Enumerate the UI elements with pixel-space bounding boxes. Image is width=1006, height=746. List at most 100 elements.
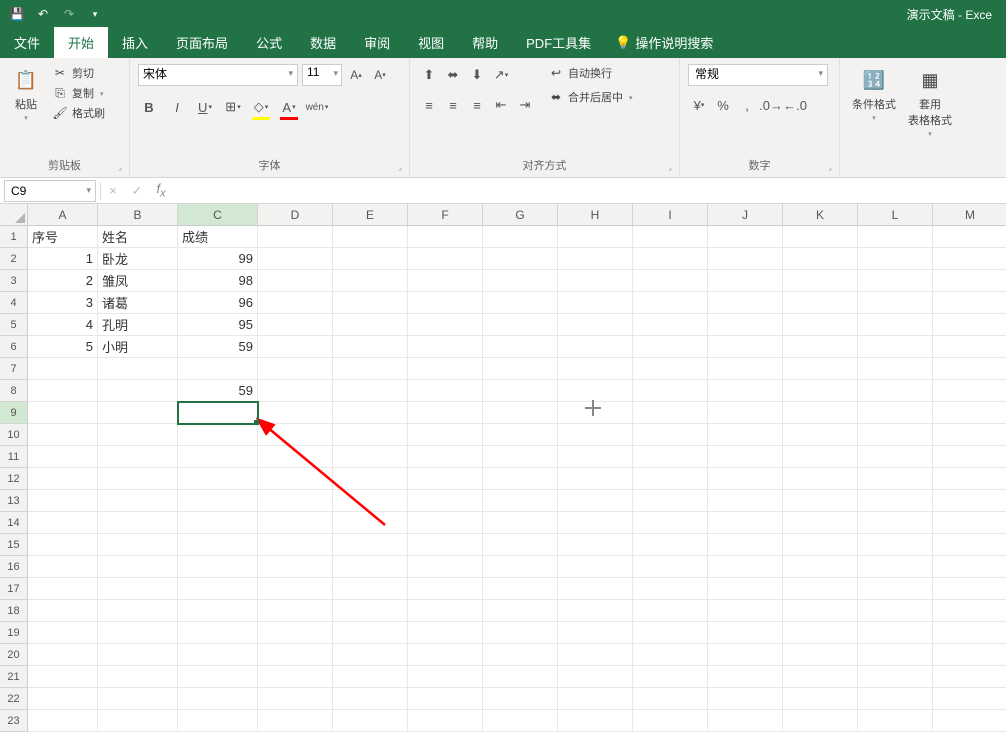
cell-A20[interactable] [28, 644, 98, 666]
cell-J5[interactable] [708, 314, 783, 336]
cell-A22[interactable] [28, 688, 98, 710]
cut-button[interactable]: ✂ 剪切 [48, 64, 109, 82]
cell-G7[interactable] [483, 358, 558, 380]
cell-B16[interactable] [98, 556, 178, 578]
cell-C6[interactable]: 59 [178, 336, 258, 358]
column-header-J[interactable]: J [708, 204, 783, 226]
cell-K14[interactable] [783, 512, 858, 534]
cell-K12[interactable] [783, 468, 858, 490]
wrap-text-button[interactable]: ↩ 自动换行 [544, 64, 637, 82]
row-header-16[interactable]: 16 [0, 556, 28, 578]
cell-F4[interactable] [408, 292, 483, 314]
cell-H18[interactable] [558, 600, 633, 622]
cell-G12[interactable] [483, 468, 558, 490]
decrease-decimal-icon[interactable]: ←.0 [784, 94, 806, 116]
cell-G21[interactable] [483, 666, 558, 688]
cell-B18[interactable] [98, 600, 178, 622]
cell-D10[interactable] [258, 424, 333, 446]
row-header-14[interactable]: 14 [0, 512, 28, 534]
cell-F8[interactable] [408, 380, 483, 402]
cell-G4[interactable] [483, 292, 558, 314]
column-header-G[interactable]: G [483, 204, 558, 226]
cell-K23[interactable] [783, 710, 858, 732]
cell-B13[interactable] [98, 490, 178, 512]
cell-K10[interactable] [783, 424, 858, 446]
font-color-button[interactable]: A▾ [278, 96, 300, 118]
cell-L12[interactable] [858, 468, 933, 490]
cell-M14[interactable] [933, 512, 1006, 534]
cell-F9[interactable] [408, 402, 483, 424]
cell-M1[interactable] [933, 226, 1006, 248]
cell-M7[interactable] [933, 358, 1006, 380]
cell-D11[interactable] [258, 446, 333, 468]
format-as-table-button[interactable]: ▦ 套用 表格格式 ▾ [904, 64, 956, 140]
tell-me[interactable]: 💡 操作说明搜索 [605, 27, 723, 58]
underline-button[interactable]: U▾ [194, 96, 216, 118]
cell-D12[interactable] [258, 468, 333, 490]
tab-review[interactable]: 审阅 [350, 27, 404, 58]
cell-K16[interactable] [783, 556, 858, 578]
cell-A2[interactable]: 1 [28, 248, 98, 270]
cell-J15[interactable] [708, 534, 783, 556]
row-header-2[interactable]: 2 [0, 248, 28, 270]
row-header-22[interactable]: 22 [0, 688, 28, 710]
row-header-23[interactable]: 23 [0, 710, 28, 732]
cell-H20[interactable] [558, 644, 633, 666]
orientation-icon[interactable]: ↗▾ [490, 64, 512, 86]
row-header-5[interactable]: 5 [0, 314, 28, 336]
cell-F20[interactable] [408, 644, 483, 666]
cell-E19[interactable] [333, 622, 408, 644]
cell-G22[interactable] [483, 688, 558, 710]
cell-C17[interactable] [178, 578, 258, 600]
cell-A12[interactable] [28, 468, 98, 490]
cell-B9[interactable] [98, 402, 178, 424]
cell-H1[interactable] [558, 226, 633, 248]
cell-G8[interactable] [483, 380, 558, 402]
row-header-9[interactable]: 9 [0, 402, 28, 424]
cell-A14[interactable] [28, 512, 98, 534]
decrease-font-icon[interactable]: A▾ [370, 64, 390, 86]
cell-A16[interactable] [28, 556, 98, 578]
cell-C9[interactable] [178, 402, 258, 424]
cell-A21[interactable] [28, 666, 98, 688]
cell-F18[interactable] [408, 600, 483, 622]
cell-B17[interactable] [98, 578, 178, 600]
cell-H11[interactable] [558, 446, 633, 468]
phonetic-button[interactable]: wén▾ [306, 96, 328, 118]
cell-E12[interactable] [333, 468, 408, 490]
percent-icon[interactable]: % [712, 94, 734, 116]
cell-M12[interactable] [933, 468, 1006, 490]
cell-M13[interactable] [933, 490, 1006, 512]
cell-M20[interactable] [933, 644, 1006, 666]
cell-J14[interactable] [708, 512, 783, 534]
cell-F2[interactable] [408, 248, 483, 270]
row-header-15[interactable]: 15 [0, 534, 28, 556]
cell-J1[interactable] [708, 226, 783, 248]
cell-L8[interactable] [858, 380, 933, 402]
cell-B11[interactable] [98, 446, 178, 468]
align-left-icon[interactable]: ≡ [418, 94, 440, 116]
cell-E22[interactable] [333, 688, 408, 710]
cell-A19[interactable] [28, 622, 98, 644]
cell-M19[interactable] [933, 622, 1006, 644]
cell-B10[interactable] [98, 424, 178, 446]
cell-E20[interactable] [333, 644, 408, 666]
row-header-7[interactable]: 7 [0, 358, 28, 380]
tab-data[interactable]: 数据 [296, 27, 350, 58]
font-name-select[interactable]: 宋体 [138, 64, 298, 86]
column-header-F[interactable]: F [408, 204, 483, 226]
cell-C11[interactable] [178, 446, 258, 468]
cell-D20[interactable] [258, 644, 333, 666]
cell-I11[interactable] [633, 446, 708, 468]
cell-D17[interactable] [258, 578, 333, 600]
cell-M4[interactable] [933, 292, 1006, 314]
cell-A3[interactable]: 2 [28, 270, 98, 292]
indent-decrease-icon[interactable]: ⇤ [490, 94, 512, 116]
cell-B3[interactable]: 雏凤 [98, 270, 178, 292]
cell-F19[interactable] [408, 622, 483, 644]
cell-M17[interactable] [933, 578, 1006, 600]
cell-G13[interactable] [483, 490, 558, 512]
cell-J10[interactable] [708, 424, 783, 446]
row-header-12[interactable]: 12 [0, 468, 28, 490]
align-middle-icon[interactable]: ⬌ [442, 64, 464, 86]
